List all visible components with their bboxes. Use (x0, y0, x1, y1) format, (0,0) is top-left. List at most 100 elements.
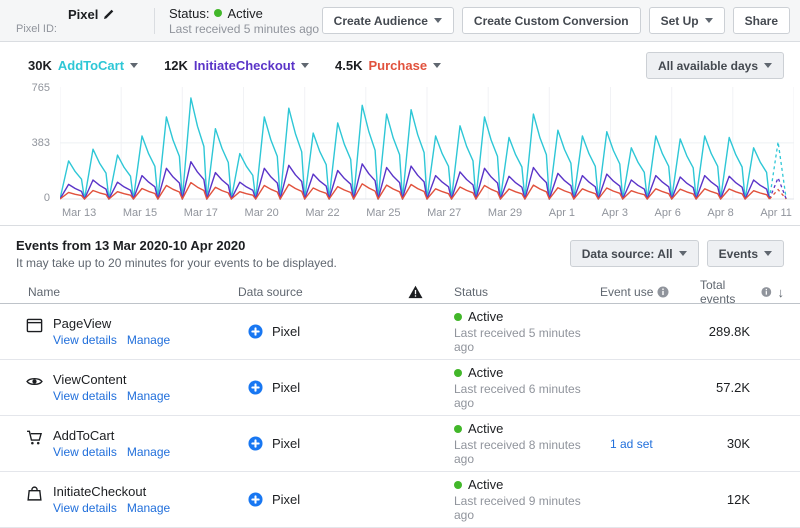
data-source-value: Pixel (272, 492, 300, 507)
data-source-filter-button[interactable]: Data source: All (570, 240, 699, 267)
pixel-icon (248, 324, 263, 339)
pixel-icon (248, 492, 263, 507)
status-block: Status: Active Last received 5 minutes a… (169, 6, 319, 36)
x-tick: Mar 20 (245, 207, 279, 219)
status-subtext: Last received 8 minutes ago (454, 438, 590, 466)
view-details-link[interactable]: View details (53, 333, 117, 347)
chevron-down-icon (705, 18, 713, 23)
table-row: ViewContent View details Manage Pixel Ac… (0, 360, 800, 416)
chevron-down-icon (679, 251, 687, 256)
total-events-value: 289.8K (700, 324, 784, 339)
status-subtext: Last received 6 minutes ago (454, 382, 590, 410)
legend-label: Purchase (369, 58, 428, 73)
view-details-link[interactable]: View details (53, 389, 117, 403)
legend-value: 12K (164, 58, 188, 73)
share-label: Share (745, 14, 778, 28)
chevron-down-icon (433, 63, 441, 68)
pixel-icon (248, 436, 263, 451)
table-row: PageView View details Manage Pixel Activ… (0, 304, 800, 360)
x-tick: Apr 6 (655, 207, 681, 219)
page-title: Pixel (68, 7, 98, 22)
legend-item-initiatecheckout[interactable]: 12K InitiateCheckout (164, 58, 309, 73)
y-tick: 765 (32, 82, 50, 94)
status-value: Active (227, 6, 262, 21)
legend-value: 4.5K (335, 58, 362, 73)
y-tick: 0 (44, 192, 50, 204)
info-icon (657, 286, 669, 298)
column-header-total-events[interactable]: Total events ↓ (700, 278, 784, 306)
event-name: InitiateCheckout (53, 484, 170, 499)
set-up-button[interactable]: Set Up (649, 7, 725, 34)
warning-icon (408, 285, 440, 299)
bag-icon (26, 485, 43, 502)
legend-value: 30K (28, 58, 52, 73)
pixel-info-block: Pixel Pixel ID: (10, 7, 140, 35)
x-tick: Apr 8 (707, 207, 733, 219)
chart-section: 30K AddToCart 12K InitiateCheckout 4.5K … (0, 42, 800, 226)
status-value: Active (468, 309, 503, 324)
events-table: Name Data source Status Event use Total … (0, 278, 800, 528)
view-details-link[interactable]: View details (53, 445, 117, 459)
legend-item-addtocart[interactable]: 30K AddToCart (28, 58, 138, 73)
legend-item-purchase[interactable]: 4.5K Purchase (335, 58, 441, 73)
manage-link[interactable]: Manage (127, 389, 170, 403)
event-name: PageView (53, 316, 170, 331)
status-dot (454, 425, 462, 433)
x-tick: Mar 17 (184, 207, 218, 219)
chevron-down-icon (434, 18, 442, 23)
column-header-data-source[interactable]: Data source (238, 285, 408, 299)
x-tick: Mar 22 (305, 207, 339, 219)
status-dot (454, 313, 462, 321)
set-up-label: Set Up (661, 14, 699, 28)
status-dot (214, 9, 222, 17)
view-details-link[interactable]: View details (53, 501, 117, 515)
edit-pencil-icon[interactable] (103, 9, 114, 20)
table-row: AddToCart View details Manage Pixel Acti… (0, 416, 800, 472)
x-tick: Mar 29 (488, 207, 522, 219)
manage-link[interactable]: Manage (127, 333, 170, 347)
event-name: ViewContent (53, 372, 170, 387)
browser-window-icon (26, 317, 43, 334)
chevron-down-icon (764, 251, 772, 256)
create-audience-button[interactable]: Create Audience (322, 7, 454, 34)
x-tick: Apr 1 (549, 207, 575, 219)
x-tick: Mar 13 (62, 207, 96, 219)
create-custom-conversion-label: Create Custom Conversion (474, 14, 629, 28)
x-tick: Apr 3 (602, 207, 628, 219)
table-header: Name Data source Status Event use Total … (0, 278, 800, 304)
share-button[interactable]: Share (733, 7, 790, 34)
sort-descending-icon[interactable]: ↓ (778, 285, 785, 300)
status-subtext: Last received 5 minutes ago (169, 22, 319, 36)
status-subtext: Last received 9 minutes ago (454, 494, 590, 522)
data-source-value: Pixel (272, 380, 300, 395)
create-custom-conversion-button[interactable]: Create Custom Conversion (462, 7, 641, 34)
events-filter-label: Events (719, 247, 758, 261)
status-dot (454, 481, 462, 489)
eye-icon (26, 373, 43, 390)
manage-link[interactable]: Manage (127, 501, 170, 515)
info-icon (761, 286, 772, 298)
chevron-down-icon (301, 63, 309, 68)
column-header-name[interactable]: Name (16, 285, 238, 299)
column-header-event-use[interactable]: Event use (590, 285, 700, 299)
data-source-filter-label: Data source: All (582, 247, 673, 261)
events-subtitle: It may take up to 20 minutes for your ev… (16, 256, 337, 270)
manage-link[interactable]: Manage (127, 445, 170, 459)
events-filter-button[interactable]: Events (707, 240, 784, 267)
divider (154, 8, 155, 34)
status-value: Active (468, 477, 503, 492)
status-label: Status: (169, 6, 209, 21)
x-tick: Mar 15 (123, 207, 157, 219)
status-value: Active (468, 365, 503, 380)
event-name: AddToCart (53, 428, 170, 443)
x-axis-labels: Mar 13 Mar 15 Mar 17 Mar 20 Mar 22 Mar 25 Mar … (60, 207, 794, 219)
x-tick: Mar 25 (366, 207, 400, 219)
y-tick: 383 (32, 137, 50, 149)
data-source-value: Pixel (272, 324, 300, 339)
date-range-label: All available days (658, 59, 758, 73)
date-range-button[interactable]: All available days (646, 52, 784, 79)
event-use-link[interactable]: 1 ad set (610, 437, 653, 451)
column-header-status[interactable]: Status (440, 285, 590, 299)
total-events-value: 57.2K (700, 380, 784, 395)
chart-legend: 30K AddToCart 12K InitiateCheckout 4.5K … (28, 58, 441, 73)
